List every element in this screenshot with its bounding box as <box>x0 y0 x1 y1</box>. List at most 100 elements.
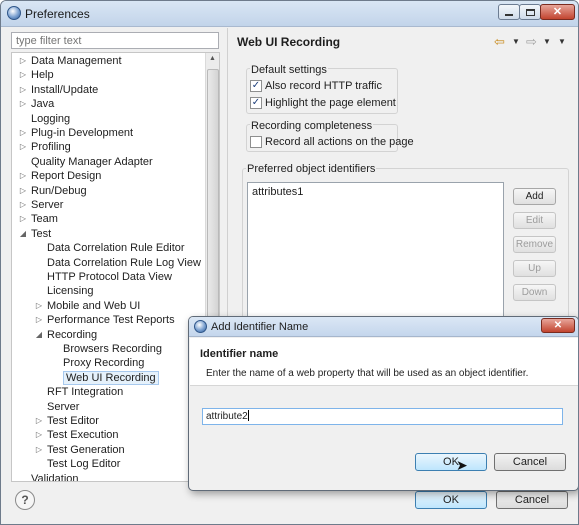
tree-item[interactable]: ◢ Recording <box>34 328 97 342</box>
ok-button[interactable]: OK <box>415 491 487 509</box>
tree-item-label: Logging <box>31 112 71 125</box>
collapsed-chevron-icon[interactable]: ▷ <box>18 68 28 82</box>
tree-item[interactable]: ▷ Test Editor <box>34 414 99 428</box>
up-button[interactable]: Up <box>513 260 556 277</box>
list-item[interactable]: attributes1 <box>252 186 303 198</box>
tree-item[interactable]: Server <box>34 400 79 414</box>
forward-arrow-icon[interactable]: ⇨ <box>526 34 537 50</box>
tree-item[interactable]: ▷ Server <box>18 198 63 212</box>
collapsed-chevron-icon[interactable]: ▷ <box>18 83 28 97</box>
tree-item[interactable]: Test Log Editor <box>34 457 120 471</box>
tree-item[interactable]: ▷ Test Execution <box>34 428 119 442</box>
expanded-chevron-icon[interactable]: ◢ <box>34 328 44 342</box>
cancel-button[interactable]: Cancel <box>496 491 568 509</box>
tree-item-label: Test Generation <box>47 443 125 456</box>
tree-item[interactable]: ▷ Test Generation <box>34 443 125 457</box>
tree-item-label: Install/Update <box>31 83 99 96</box>
tree-item-label: Performance Test Reports <box>47 314 175 327</box>
collapsed-chevron-icon[interactable]: ▷ <box>18 126 28 140</box>
tree-item[interactable]: ▷ Profiling <box>18 140 71 154</box>
help-icon[interactable]: ? <box>15 490 35 510</box>
tree-item[interactable]: ▷ Install/Update <box>18 83 98 97</box>
back-arrow-icon[interactable]: ⇦ <box>494 34 505 50</box>
tree-item-label: Team <box>31 213 58 226</box>
identifiers-label: Preferred object identifiers <box>246 163 377 175</box>
tree-item-label: Java <box>31 98 55 111</box>
edit-button[interactable]: Edit <box>513 212 556 229</box>
tree-item-label: Profiling <box>31 141 71 154</box>
identifiers-list[interactable]: attributes1 <box>247 182 504 322</box>
dialog-ok-button[interactable]: OK <box>415 453 487 471</box>
dialog-title-bar: Add Identifier Name ✕ <box>189 317 578 337</box>
remove-button[interactable]: Remove <box>513 236 556 253</box>
tree-item[interactable]: ▷ Mobile and Web UI <box>34 299 140 313</box>
forward-menu-chevron-icon[interactable]: ▼ <box>543 37 551 46</box>
back-menu-chevron-icon[interactable]: ▼ <box>512 37 520 46</box>
filter-input[interactable] <box>11 32 219 49</box>
tree-item[interactable]: Data Correlation Rule Editor <box>34 241 185 255</box>
scroll-up-icon[interactable]: ▲ <box>209 55 216 62</box>
collapsed-chevron-icon[interactable]: ▷ <box>34 313 44 327</box>
identifier-name-input[interactable]: attribute2 <box>202 408 563 425</box>
record-all-actions-label: Record all actions on the page <box>265 136 414 148</box>
collapsed-chevron-icon[interactable]: ▷ <box>34 443 44 457</box>
dialog-close-button[interactable]: ✕ <box>541 318 575 333</box>
window-title: Preferences <box>25 7 90 21</box>
tree-item[interactable]: ◢ Test <box>18 227 51 241</box>
collapsed-chevron-icon[interactable]: ▷ <box>34 299 44 313</box>
record-all-actions-checkbox[interactable] <box>250 136 262 148</box>
expanded-chevron-icon[interactable]: ◢ <box>18 227 28 241</box>
tree-item[interactable]: Licensing <box>34 284 93 298</box>
tree-item[interactable]: Quality Manager Adapter <box>18 155 153 169</box>
tree-item-label: Server <box>31 199 64 211</box>
tree-item[interactable]: Web UI Recording <box>50 370 159 385</box>
collapsed-chevron-icon[interactable]: ▷ <box>18 97 28 111</box>
tree-item[interactable]: ▷ Java <box>18 97 54 111</box>
dialog-app-icon <box>194 320 207 333</box>
tree-item-label: Data Correlation Rule Log View <box>47 256 201 269</box>
record-http-checkbox[interactable]: ✓ <box>250 80 262 92</box>
tree-item[interactable]: Proxy Recording <box>50 356 144 370</box>
tree-item[interactable]: ▷ Report Design <box>18 169 101 183</box>
dialog-cancel-button[interactable]: Cancel <box>494 453 566 471</box>
collapsed-chevron-icon[interactable]: ▷ <box>18 140 28 154</box>
minimize-button[interactable] <box>498 4 520 20</box>
tree-item[interactable]: ▷ Help <box>18 68 54 82</box>
tree-item-label: RFT Integration <box>47 386 124 399</box>
tree-item-label: Browsers Recording <box>63 343 163 355</box>
dialog-heading: Identifier name <box>200 348 279 360</box>
highlight-element-checkbox[interactable]: ✓ <box>250 97 262 109</box>
tree-item[interactable]: ▷ Team <box>18 212 58 226</box>
tree-item[interactable]: RFT Integration <box>34 385 123 399</box>
title-bar: Preferences ✕ <box>1 1 578 27</box>
scroll-thumb[interactable] <box>207 69 219 319</box>
close-button[interactable]: ✕ <box>540 4 575 20</box>
tree-item-label: Test <box>31 227 52 240</box>
collapsed-chevron-icon[interactable]: ▷ <box>18 54 28 68</box>
tree-item[interactable]: ▷ Plug-in Development <box>18 126 133 140</box>
tree-item[interactable]: ▷ Data Management <box>18 54 122 68</box>
tree-item[interactable]: Logging <box>18 112 70 126</box>
dialog-description: Enter the name of a web property that wi… <box>206 368 529 379</box>
maximize-button[interactable] <box>519 4 541 20</box>
tree-item-label: Web UI Recording <box>63 370 159 385</box>
tree-item[interactable]: Validation <box>18 472 79 481</box>
tree-item[interactable]: ▷ Performance Test Reports <box>34 313 175 327</box>
tree-item[interactable]: HTTP Protocol Data View <box>34 270 172 284</box>
collapsed-chevron-icon[interactable]: ▷ <box>18 184 28 198</box>
collapsed-chevron-icon[interactable]: ▷ <box>18 212 28 226</box>
collapsed-chevron-icon[interactable]: ▷ <box>18 198 28 212</box>
tree-item-label: Data Management <box>31 55 122 67</box>
tree-item[interactable]: Data Correlation Rule Log View <box>34 256 201 270</box>
add-identifier-dialog: Add Identifier Name ✕ Identifier name En… <box>188 316 578 491</box>
close-icon: ✕ <box>553 320 563 331</box>
tree-item[interactable]: Browsers Recording <box>50 342 162 356</box>
tree-item-label: Plug-in Development <box>31 127 134 139</box>
tree-item[interactable]: ▷ Run/Debug <box>18 184 87 198</box>
collapsed-chevron-icon[interactable]: ▷ <box>34 414 44 428</box>
down-button[interactable]: Down <box>513 284 556 301</box>
collapsed-chevron-icon[interactable]: ▷ <box>34 428 44 442</box>
collapsed-chevron-icon[interactable]: ▷ <box>18 169 28 183</box>
view-menu-chevron-icon[interactable]: ▼ <box>558 37 566 46</box>
add-button[interactable]: Add <box>513 188 556 205</box>
